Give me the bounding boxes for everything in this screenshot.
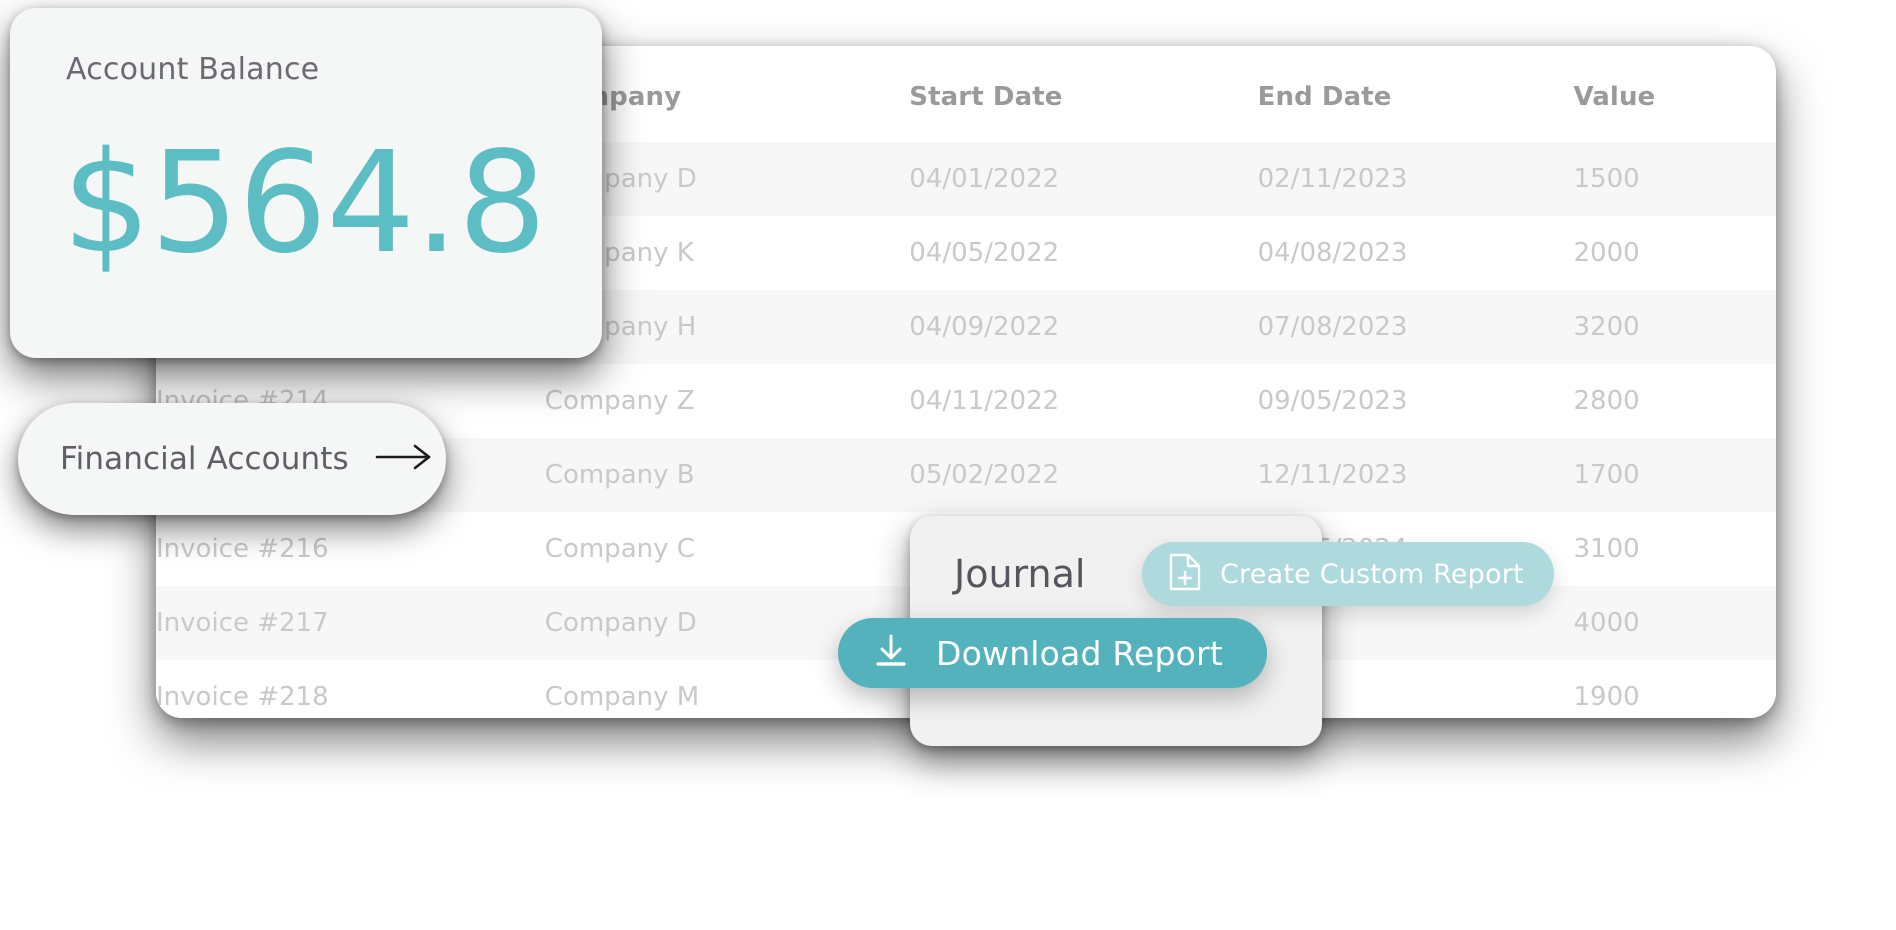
create-custom-report-button[interactable]: Create Custom Report [1142, 542, 1554, 606]
column-header-value[interactable]: Value [1573, 46, 1776, 142]
cell-value: 2000 [1573, 238, 1640, 268]
download-report-label: Download Report [936, 633, 1223, 673]
cell-start-date: 04/05/2022 [909, 238, 1060, 268]
cell-company: Company B [544, 460, 695, 490]
cell-invoice: Invoice #216 [156, 534, 329, 564]
create-custom-report-label: Create Custom Report [1220, 558, 1524, 590]
screen-root: Invoice Company Start Date End Date Valu… [0, 0, 1896, 930]
cell-company: Company C [544, 534, 695, 564]
cell-end-date: 07/08/2023 [1257, 312, 1408, 342]
cell-value: 4000 [1573, 608, 1640, 638]
column-header-end-date[interactable]: End Date [1258, 46, 1574, 142]
cell-value: 3100 [1573, 534, 1640, 564]
journal-title: Journal [954, 552, 1086, 596]
cell-value: 2800 [1573, 386, 1640, 416]
arrow-right-icon [375, 444, 433, 474]
cell-company: Company Z [544, 386, 695, 416]
file-plus-icon [1168, 552, 1202, 596]
cell-end-date: 09/05/2023 [1257, 386, 1408, 416]
financial-accounts-button[interactable]: Financial Accounts [18, 403, 446, 515]
account-balance-amount: $564.8 [62, 122, 547, 285]
cell-end-date: 02/11/2023 [1257, 164, 1408, 194]
cell-end-date: 04/08/2023 [1257, 238, 1408, 268]
cell-start-date: 05/02/2022 [909, 460, 1060, 490]
cell-start-date: 04/01/2022 [909, 164, 1060, 194]
cell-value: 1500 [1573, 164, 1640, 194]
cell-start-date: 04/11/2022 [909, 386, 1060, 416]
cell-value: 1700 [1573, 460, 1640, 490]
cell-start-date: 04/09/2022 [909, 312, 1060, 342]
cell-value: 1900 [1573, 682, 1640, 712]
column-header-start-date[interactable]: Start Date [909, 46, 1257, 142]
cell-invoice: Invoice #217 [156, 608, 329, 638]
account-balance-title: Account Balance [66, 52, 320, 87]
cell-invoice: Invoice #218 [156, 682, 329, 712]
account-balance-card: Account Balance $564.8 [10, 8, 602, 358]
download-report-button[interactable]: Download Report [838, 618, 1267, 688]
cell-end-date: 12/11/2023 [1257, 460, 1408, 490]
financial-accounts-label: Financial Accounts [60, 441, 349, 477]
download-icon [872, 632, 910, 674]
cell-value: 3200 [1573, 312, 1640, 342]
